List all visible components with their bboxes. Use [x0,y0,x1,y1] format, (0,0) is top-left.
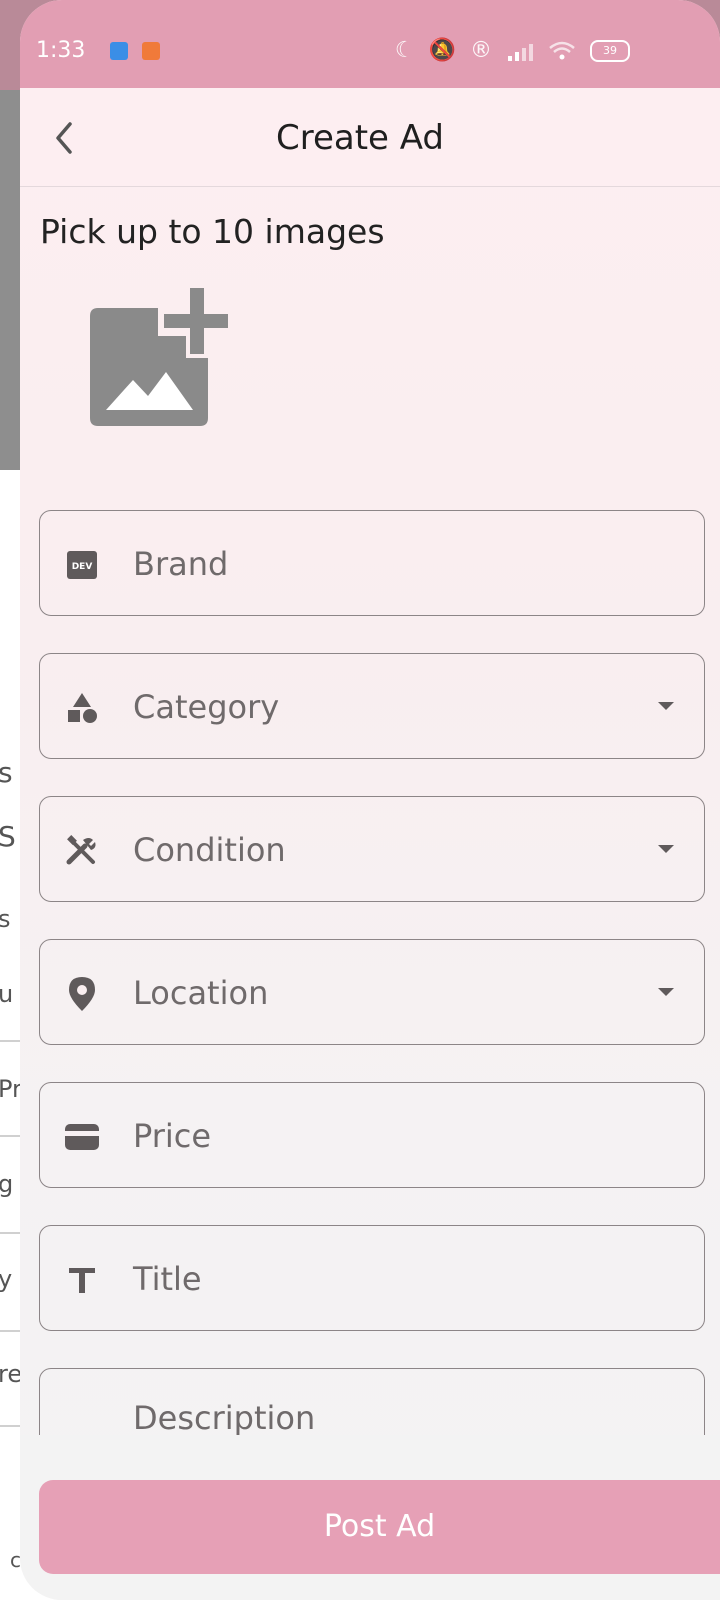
price-label: Price [133,1117,212,1155]
category-shapes-icon [64,690,100,726]
condition-dropdown[interactable]: Condition [39,796,705,902]
location-dropdown[interactable]: Location [39,939,705,1045]
svg-text:DEV: DEV [72,562,93,572]
battery-indicator: 39 [590,39,630,62]
description-label: Description [133,1399,316,1437]
category-label: Category [133,688,280,726]
condition-label: Condition [133,831,286,869]
status-time: 1:33 [36,38,86,63]
image-picker-label: Pick up to 10 images [40,212,385,251]
dropdown-arrow-icon [658,845,674,853]
background-text-fragment: S [0,820,16,853]
status-icons: ☾ 🔕 ® 39 [395,38,630,63]
text-t-icon [64,1262,100,1298]
background-text-fragment: re [0,1360,23,1388]
dev-badge-icon: DEV [64,547,100,583]
add-image-icon[interactable] [78,288,228,433]
app-notification-icon [110,42,128,60]
brand-field[interactable]: DEV Brand [39,510,705,616]
title-label: Title [133,1260,202,1298]
background-text-fragment: s [0,905,11,933]
app-bar: Create Ad [20,88,720,187]
status-bar: 1:33 ☾ 🔕 ® 39 [20,0,720,88]
location-label: Location [133,974,269,1012]
background-text-fragment: u [0,980,14,1008]
page-title: Create Ad [275,118,445,158]
location-pin-icon [64,976,100,1012]
tools-icon [64,833,100,869]
brand-label: Brand [133,545,229,583]
create-ad-sheet: 1:33 ☾ 🔕 ® 39 Create Ad Pick up to 10 im… [20,0,720,1600]
muted-bell-icon: 🔕 [428,38,456,63]
registered-icon: ® [470,38,492,63]
dropdown-arrow-icon [658,988,674,996]
background-text-fragment: g [0,1170,14,1198]
dropdown-arrow-icon [658,702,674,710]
wallet-icon [64,1119,100,1155]
background-text-fragment: s [0,756,13,789]
price-field[interactable]: Price [39,1082,705,1188]
post-ad-button[interactable]: Post Ad [39,1480,720,1574]
wifi-icon [549,41,575,59]
background-text-fragment: Pr [0,1075,22,1103]
moon-icon: ☾ [394,38,415,63]
category-dropdown[interactable]: Category [39,653,705,759]
background-text-fragment: y [0,1265,13,1293]
signal-icon [508,43,533,61]
app-notification-icon [142,42,160,60]
title-field[interactable]: Title [39,1225,705,1331]
